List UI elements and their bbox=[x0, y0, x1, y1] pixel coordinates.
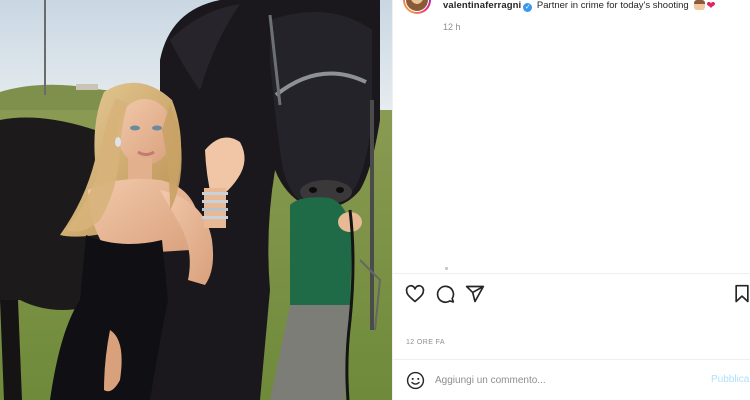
caption-timestamp[interactable]: 12 h bbox=[443, 22, 461, 32]
divider bbox=[393, 273, 750, 274]
caption-text: Partner in crime for today's shooting bbox=[536, 0, 689, 11]
share-icon bbox=[465, 285, 485, 303]
emoji-button[interactable] bbox=[405, 370, 425, 390]
avatar-ring bbox=[405, 0, 429, 12]
instagram-post-view: valentinaferragni ✓ Partner in crime for … bbox=[0, 0, 750, 400]
avatar[interactable] bbox=[403, 0, 431, 14]
heart-emoji-icon: ❤ bbox=[706, 0, 716, 12]
girl-emoji-icon bbox=[694, 0, 706, 10]
username-link[interactable]: valentinaferragni bbox=[443, 0, 521, 11]
bookmark-icon bbox=[735, 284, 749, 303]
post-timestamp[interactable]: 12 ORE FA bbox=[406, 339, 445, 346]
heart-icon bbox=[405, 284, 425, 303]
post-sidebar: valentinaferragni ✓ Partner in crime for … bbox=[392, 0, 750, 400]
caption-row: valentinaferragni ✓ Partner in crime for … bbox=[403, 0, 748, 14]
avatar-image bbox=[406, 0, 428, 11]
comment-button[interactable] bbox=[433, 282, 457, 306]
comment-input[interactable] bbox=[435, 372, 705, 388]
verified-icon: ✓ bbox=[523, 3, 533, 12]
emoji-icon bbox=[406, 371, 424, 389]
caption: valentinaferragni ✓ Partner in crime for … bbox=[443, 0, 716, 12]
post-photo[interactable] bbox=[0, 0, 392, 400]
comment-icon bbox=[436, 285, 455, 304]
save-button[interactable] bbox=[730, 282, 750, 306]
action-bar bbox=[393, 282, 750, 306]
share-button[interactable] bbox=[463, 282, 487, 306]
publish-button[interactable]: Pubblica bbox=[711, 374, 749, 385]
scroll-indicator bbox=[445, 267, 448, 270]
like-button[interactable] bbox=[403, 282, 427, 306]
comment-form: Pubblica bbox=[393, 360, 750, 400]
post-photo-illustration bbox=[0, 0, 392, 400]
